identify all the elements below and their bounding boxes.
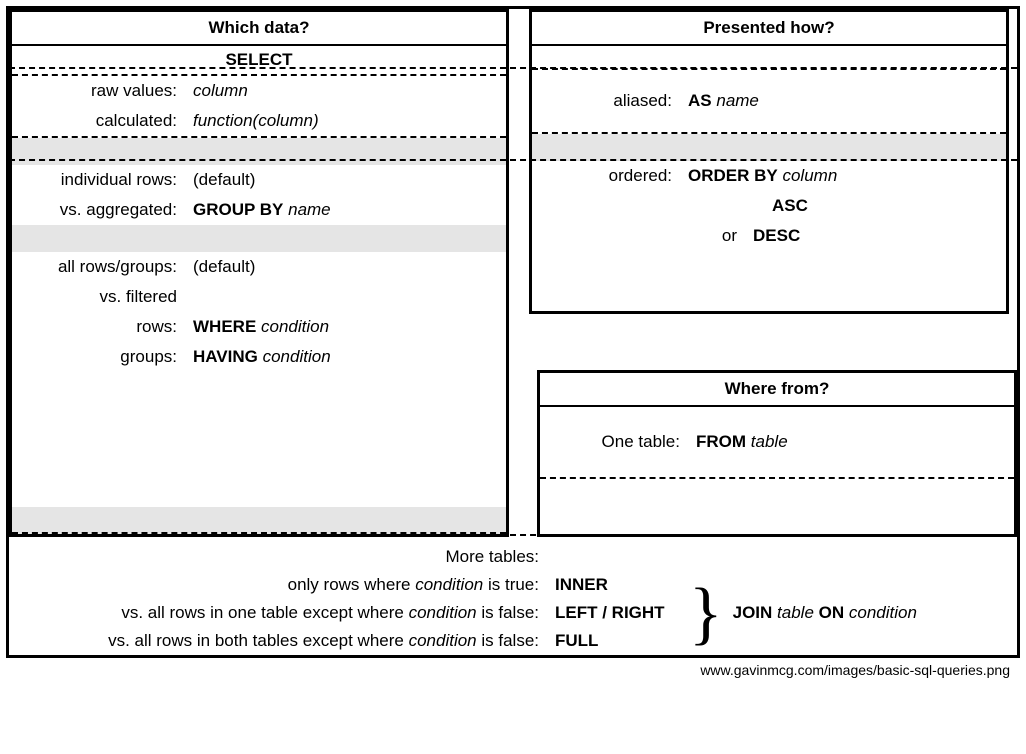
brace-icon: }: [689, 596, 733, 631]
group-by-arg: name: [288, 200, 331, 219]
having-value: HAVING condition: [187, 347, 331, 367]
calculated-row: calculated: function(column): [12, 106, 506, 138]
full-dashed-line: [9, 67, 1017, 69]
raw-values-row: raw values: column: [12, 76, 506, 106]
asc-row: ASC: [532, 191, 1006, 221]
full-join-label: vs. all rows in both tables except where…: [19, 631, 549, 651]
which-data-title: Which data?: [12, 12, 506, 46]
where-arg: condition: [261, 317, 329, 336]
from-keyword: FROM: [696, 432, 746, 451]
calculated-value: function(column): [187, 111, 319, 131]
order-by-arg: column: [782, 166, 837, 185]
leftright-join-label: vs. all rows in one table except where c…: [19, 603, 549, 623]
raw-values-value: column: [187, 81, 248, 101]
filtered-row: vs. filtered: [12, 282, 506, 312]
join-table-arg: table: [777, 603, 814, 622]
presented-panel: Presented how? aliased: AS name ordered:…: [529, 9, 1009, 314]
one-table-label: One table:: [550, 432, 690, 452]
from-value: FROM table: [690, 432, 788, 452]
raw-values-label: raw values:: [22, 81, 187, 101]
aggregated-value: GROUP BY name: [187, 200, 331, 220]
where-from-panel: Where from? One table: FROM table: [537, 370, 1017, 537]
grey-divider: [12, 507, 506, 534]
having-row: groups: HAVING condition: [12, 342, 506, 372]
individual-rows-row: individual rows: (default): [12, 165, 506, 195]
desc-row: or DESC: [532, 221, 1006, 251]
where-value: WHERE condition: [187, 317, 329, 337]
inner-join-row: only rows where condition is true: INNER: [9, 571, 689, 599]
ordered-row: ordered: ORDER BY column: [532, 161, 1006, 191]
aliased-row: aliased: AS name: [532, 70, 1006, 132]
rows-label: rows:: [22, 317, 187, 337]
individual-rows-value: (default): [187, 170, 255, 190]
where-row: rows: WHERE condition: [12, 312, 506, 342]
calculated-label: calculated:: [22, 111, 187, 131]
aliased-value: AS name: [682, 91, 759, 111]
aggregated-label: vs. aggregated:: [22, 200, 187, 220]
desc-keyword: DESC: [747, 226, 800, 246]
as-keyword: AS: [688, 91, 712, 110]
join-keyword: JOIN: [733, 603, 773, 622]
all-rows-row: all rows/groups: (default): [12, 252, 506, 282]
join-suffix: } JOIN table ON condition: [689, 596, 1017, 631]
where-from-title: Where from?: [540, 373, 1014, 407]
or-label: or: [542, 226, 747, 246]
having-keyword: HAVING: [193, 347, 258, 366]
joins-region: More tables: only rows where condition i…: [9, 537, 1017, 655]
full-keyword: FULL: [549, 631, 679, 651]
where-keyword: WHERE: [193, 317, 256, 336]
group-by-keyword: GROUP BY: [193, 200, 283, 219]
join-clause: JOIN table ON condition: [733, 603, 917, 623]
inner-keyword: INNER: [549, 575, 679, 595]
from-arg: table: [751, 432, 788, 451]
on-keyword: ON: [819, 603, 845, 622]
inner-join-label: only rows where condition is true:: [19, 575, 549, 595]
full-dashed-line: [9, 159, 1017, 161]
individual-rows-label: individual rows:: [22, 170, 187, 190]
aggregated-row: vs. aggregated: GROUP BY name: [12, 195, 506, 225]
leftright-keyword: LEFT / RIGHT: [549, 603, 679, 623]
presented-title: Presented how?: [532, 12, 1006, 46]
order-by-keyword: ORDER BY: [688, 166, 778, 185]
asc-keyword: ASC: [682, 196, 808, 216]
select-keyword: SELECT: [12, 46, 506, 76]
one-table-row: One table: FROM table: [540, 407, 1014, 477]
filtered-label: vs. filtered: [22, 287, 187, 307]
full-dashed-line: [9, 534, 1017, 536]
all-rows-value: (default): [187, 257, 255, 277]
groups-label: groups:: [22, 347, 187, 367]
aliased-label: aliased:: [542, 91, 682, 111]
having-arg: condition: [263, 347, 331, 366]
join-condition-arg: condition: [849, 603, 917, 622]
grey-divider: [12, 225, 506, 252]
source-url: www.gavinmcg.com/images/basic-sql-querie…: [6, 658, 1020, 678]
full-join-row: vs. all rows in both tables except where…: [9, 627, 689, 655]
ordered-label: ordered:: [542, 166, 682, 186]
as-arg: name: [716, 91, 759, 110]
grey-divider: [532, 134, 1006, 161]
all-rows-label: all rows/groups:: [22, 257, 187, 277]
ordered-value: ORDER BY column: [682, 166, 837, 186]
leftright-join-row: vs. all rows in one table except where c…: [9, 599, 689, 627]
which-data-panel: Which data? SELECT raw values: column ca…: [9, 9, 509, 537]
more-tables-row: More tables:: [9, 543, 1017, 571]
more-tables-label: More tables:: [19, 547, 549, 567]
